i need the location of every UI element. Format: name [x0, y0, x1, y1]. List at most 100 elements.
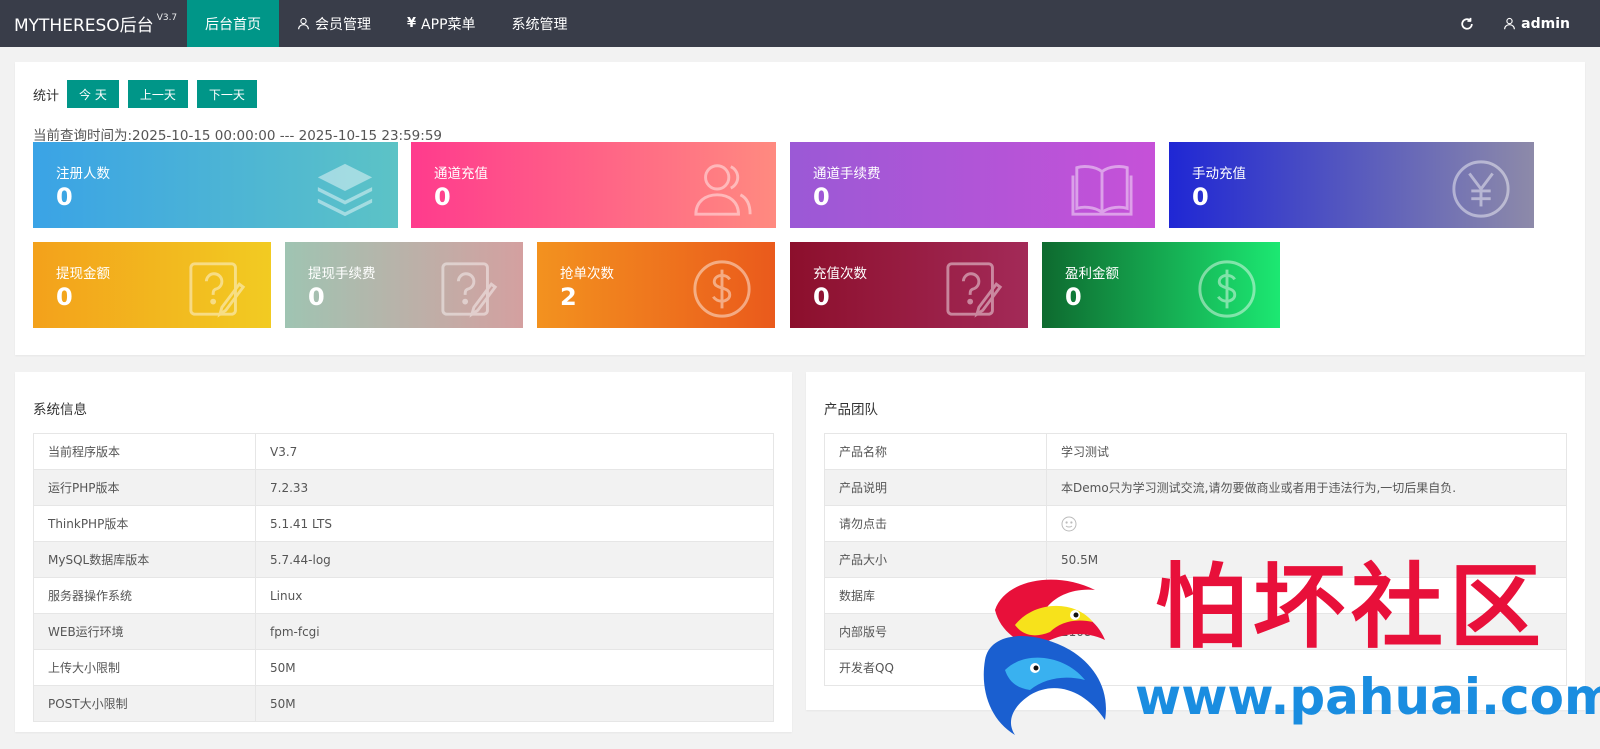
- watermark-url: www.pahuai.com: [1135, 668, 1600, 726]
- row-key: 产品名称: [824, 433, 1047, 470]
- tile-title: 通道充值: [434, 166, 488, 182]
- table-row: 请勿点击: [824, 505, 1567, 542]
- row-key: ThinkPHP版本: [33, 505, 256, 542]
- tile-value: 0: [434, 183, 451, 211]
- question-pencil-icon: [441, 262, 498, 318]
- user-icon: [298, 17, 309, 30]
- watermark: 怕坏社区 www.pahuai.com: [975, 562, 1600, 745]
- today-button[interactable]: 今 天: [67, 80, 119, 108]
- table-row: MySQL数据库版本 5.7.44-log: [33, 541, 774, 578]
- user-menu[interactable]: admin: [1491, 16, 1600, 32]
- panel-title: 产品团队: [824, 402, 878, 418]
- tile-value: 0: [56, 283, 73, 311]
- refresh-button[interactable]: [1443, 0, 1491, 47]
- row-key: 上传大小限制: [33, 649, 256, 686]
- tile-value: 0: [813, 183, 830, 211]
- row-key: 运行PHP版本: [33, 469, 256, 506]
- row-key: 产品说明: [824, 469, 1047, 506]
- stats-label: 统计: [33, 88, 60, 104]
- main-nav: 后台首页 会员管理 ¥ APP菜单 系统管理: [187, 0, 586, 47]
- stat-tile-withdraw-amount: 提现金额 0: [33, 242, 271, 328]
- tile-title: 充值次数: [813, 266, 867, 282]
- row-value: 5.7.44-log: [255, 541, 774, 578]
- nav-item-app-menu[interactable]: ¥ APP菜单: [389, 0, 494, 47]
- fish-logo-icon: [983, 579, 1106, 735]
- row-key: 服务器操作系统: [33, 577, 256, 614]
- table-row: ThinkPHP版本 5.1.41 LTS: [33, 505, 774, 542]
- tile-title: 通道手续费: [813, 166, 881, 182]
- tile-title: 抢单次数: [560, 266, 614, 282]
- nav-item-home[interactable]: 后台首页: [187, 0, 279, 47]
- tile-value: 2: [560, 283, 577, 311]
- row-value: 学习测试: [1046, 433, 1567, 470]
- system-info-table: 当前程序版本 V3.7 运行PHP版本 7.2.33 ThinkPHP版本 5.1.4…: [33, 433, 774, 722]
- row-value: 7.2.33: [255, 469, 774, 506]
- row-value: 5.1.41 LTS: [255, 505, 774, 542]
- nav-item-members[interactable]: 会员管理: [279, 0, 389, 47]
- question-pencil-icon: [189, 262, 246, 318]
- book-icon: [1071, 165, 1133, 216]
- stack-icon: [317, 163, 373, 217]
- row-value: fpm-fcgi: [255, 613, 774, 650]
- stat-tile-registrations: 注册人数 0: [33, 142, 398, 228]
- stats-panel: 统计 今 天 上一天 下一天 当前查询时间为:2025-10-15 00:00:…: [15, 62, 1585, 355]
- table-row: 产品说明 本Demo只为学习测试交流,请勿要做商业或者用于违法行为,一切后果自负.: [824, 469, 1567, 506]
- table-row: POST大小限制 50M: [33, 685, 774, 722]
- top-navbar: MYTHERESO后台 V3.7 后台首页 会员管理 ¥ APP菜单 系统管理 …: [0, 0, 1600, 47]
- stat-tile-recharge-count: 充值次数 0: [790, 242, 1028, 328]
- table-row: 服务器操作系统 Linux: [33, 577, 774, 614]
- tile-title: 提现金额: [56, 266, 110, 282]
- stat-tile-grab-orders: 抢单次数 2: [537, 242, 775, 328]
- tile-title: 盈利金额: [1065, 266, 1119, 282]
- row-value: 50M: [255, 685, 774, 722]
- row-value: 本Demo只为学习测试交流,请勿要做商业或者用于违法行为,一切后果自负.: [1046, 469, 1567, 506]
- row-key: MySQL数据库版本: [33, 541, 256, 578]
- table-row: WEB运行环境 fpm-fcgi: [33, 613, 774, 650]
- users-icon: [694, 164, 752, 216]
- nav-label: 后台首页: [205, 16, 261, 33]
- question-pencil-icon: [946, 262, 1003, 318]
- next-day-button[interactable]: 下一天: [196, 80, 257, 108]
- table-row: 上传大小限制 50M: [33, 649, 774, 686]
- table-row: 当前程序版本 V3.7: [33, 433, 774, 470]
- nav-label: 系统管理: [511, 16, 568, 33]
- stat-tile-profit: 盈利金额 0: [1042, 242, 1280, 328]
- user-icon: [1504, 17, 1516, 30]
- brand-version: V3.7: [156, 13, 178, 23]
- row-value: V3.7: [255, 433, 774, 470]
- tile-value: 0: [1192, 183, 1209, 211]
- brand-logo[interactable]: MYTHERESO后台 V3.7: [0, 11, 187, 36]
- nav-label: APP菜单: [421, 16, 476, 33]
- stat-tile-manual-recharge: 手动充值 0: [1169, 142, 1534, 228]
- tile-value: 0: [1065, 283, 1082, 311]
- row-value: [1046, 505, 1567, 542]
- smiley-icon[interactable]: [1061, 516, 1077, 532]
- row-value: Linux: [255, 577, 774, 614]
- table-row: 运行PHP版本 7.2.33: [33, 469, 774, 506]
- stat-tile-channel-recharge: 通道充值 0: [411, 142, 776, 228]
- row-key: WEB运行环境: [33, 613, 256, 650]
- tile-title: 手动充值: [1192, 166, 1246, 182]
- watermark-text: 怕坏社区: [1155, 554, 1548, 661]
- panel-title: 系统信息: [33, 402, 87, 418]
- stats-toolbar: 统计 今 天 上一天 下一天: [33, 80, 266, 108]
- row-value: 50M: [255, 649, 774, 686]
- stat-tile-withdraw-fee: 提现手续费 0: [285, 242, 523, 328]
- brand-name: MYTHERESO后台: [14, 16, 154, 36]
- dollar-circle-icon: [693, 260, 751, 318]
- refresh-icon: [1461, 17, 1473, 30]
- row-key: 请勿点击: [824, 505, 1047, 542]
- nav-label: 会员管理: [315, 16, 371, 33]
- table-row: 产品名称 学习测试: [824, 433, 1567, 470]
- tile-value: 0: [56, 183, 73, 211]
- yen-icon: ¥: [407, 16, 417, 31]
- dollar-circle-icon: [1198, 260, 1256, 318]
- query-time: 当前查询时间为:2025-10-15 00:00:00 --- 2025-10-…: [33, 128, 443, 144]
- username: admin: [1521, 15, 1570, 32]
- nav-item-system[interactable]: 系统管理: [494, 0, 586, 47]
- prev-day-button[interactable]: 上一天: [127, 80, 188, 108]
- tile-value: 0: [308, 283, 325, 311]
- tile-title: 注册人数: [56, 166, 110, 182]
- stat-tile-channel-fee: 通道手续费 0: [790, 142, 1155, 228]
- tile-title: 提现手续费: [308, 266, 376, 282]
